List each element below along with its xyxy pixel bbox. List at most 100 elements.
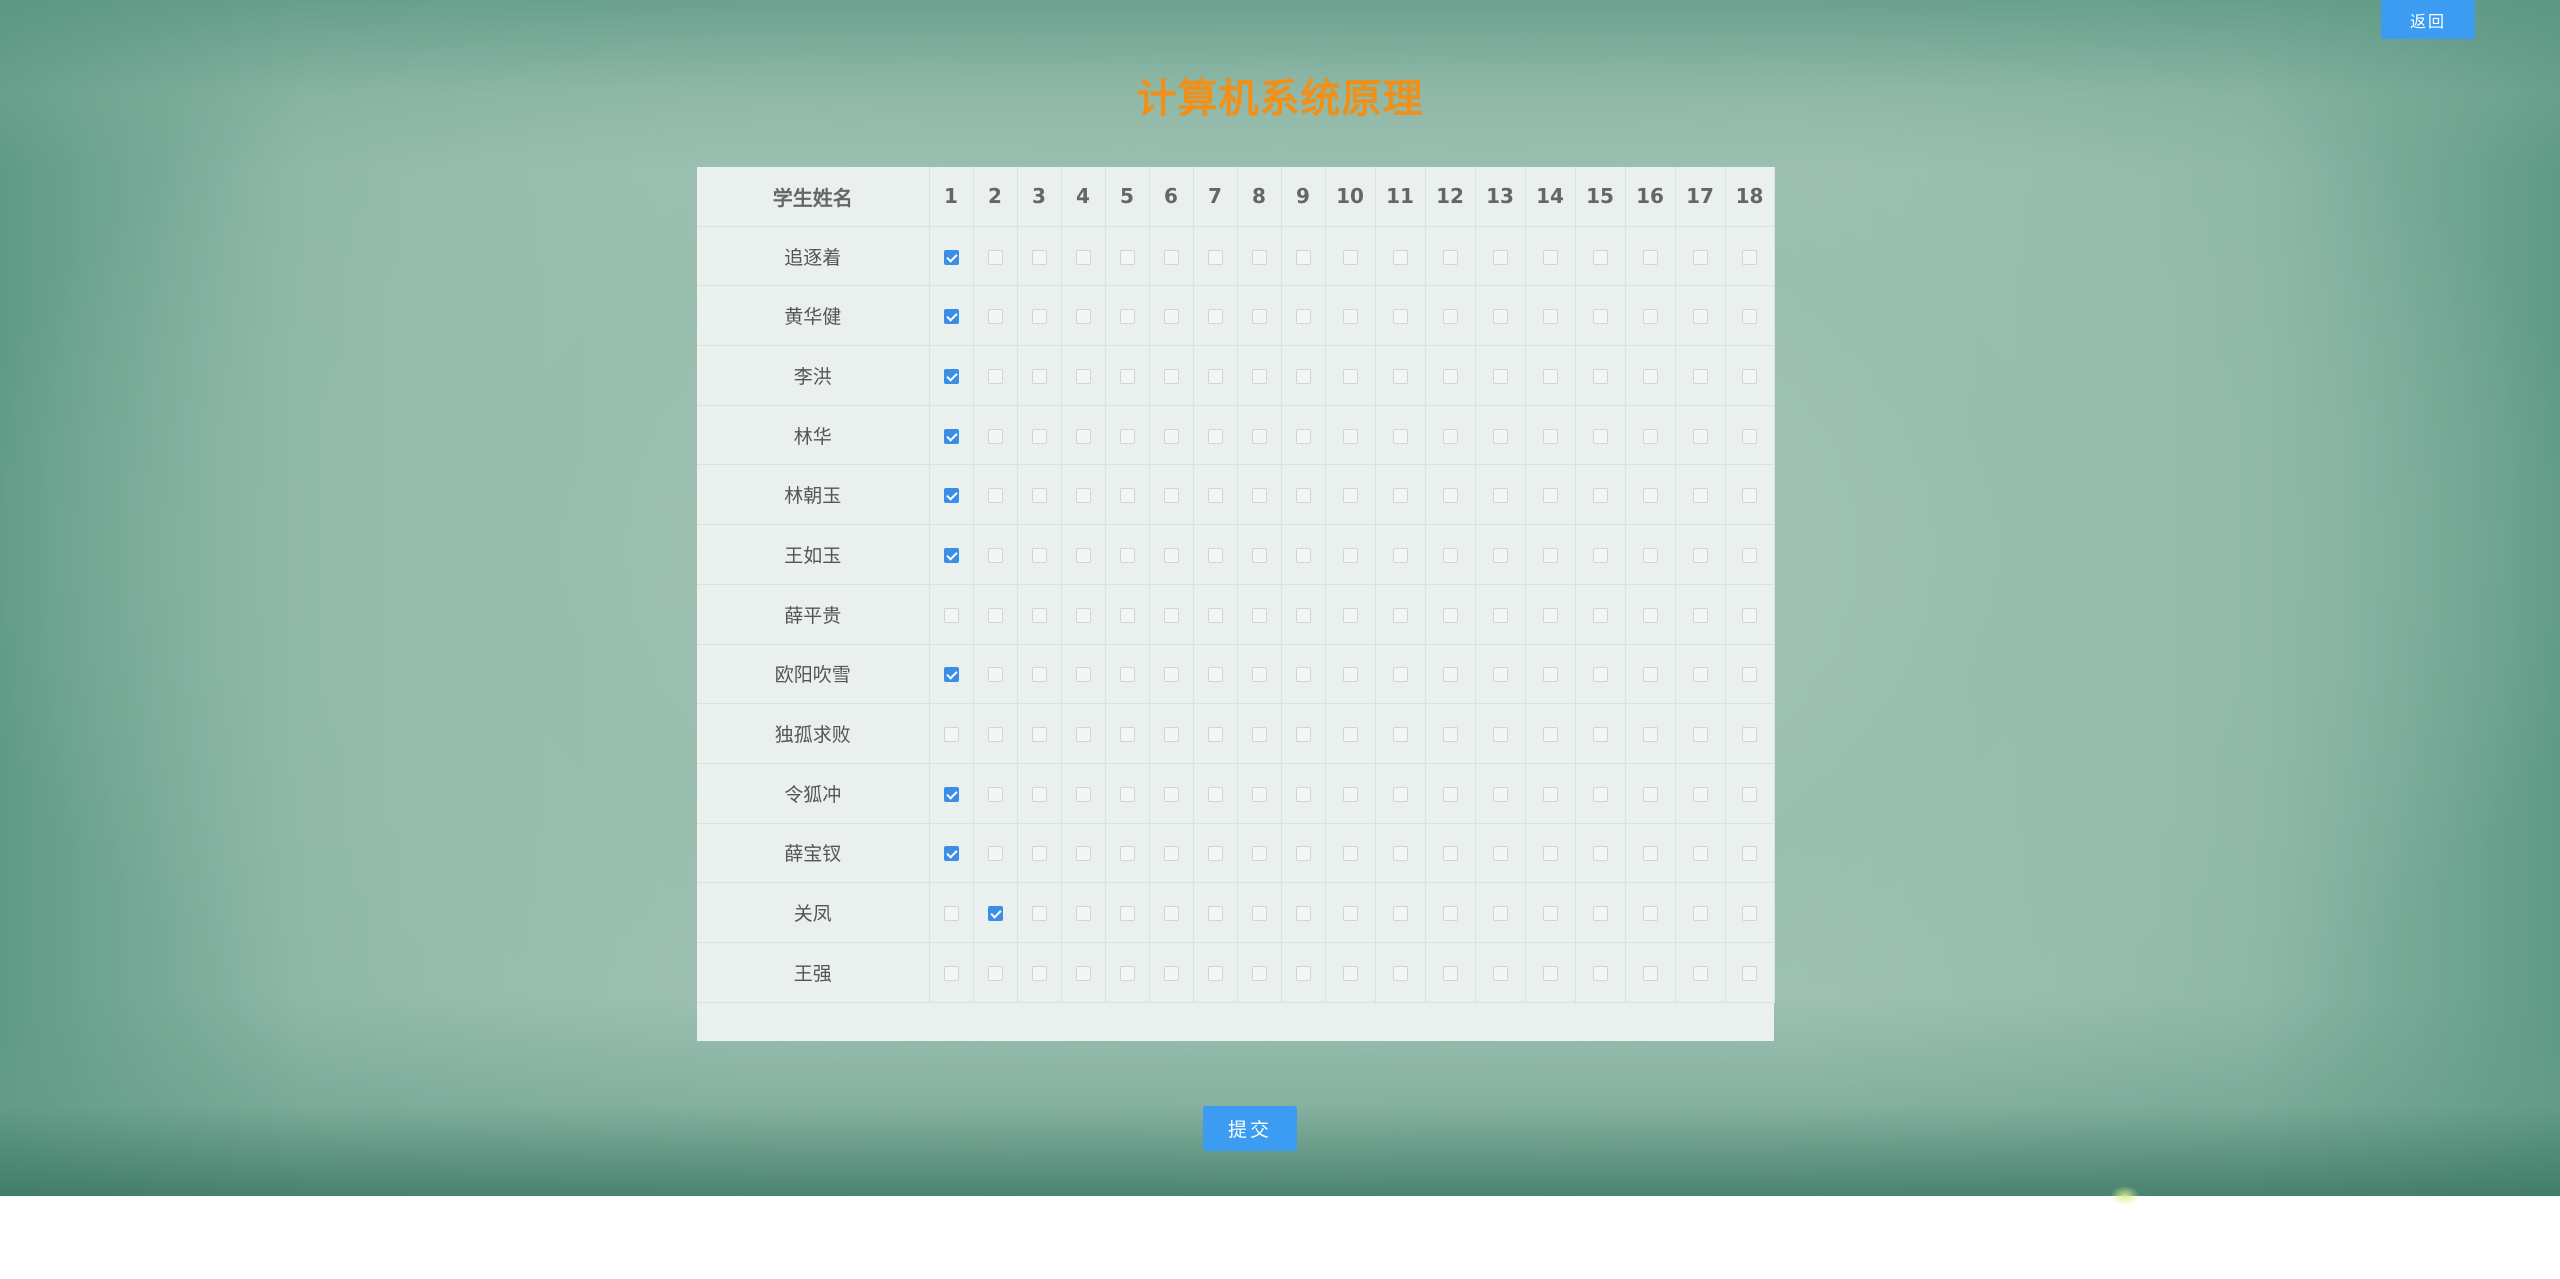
- attendance-checkbox[interactable]: [1592, 667, 1608, 683]
- attendance-checkbox[interactable]: [1295, 607, 1311, 623]
- attendance-checkbox[interactable]: [1295, 368, 1311, 384]
- attendance-checkbox[interactable]: [1392, 786, 1408, 802]
- attendance-checkbox[interactable]: [1592, 965, 1608, 981]
- attendance-checkbox[interactable]: [1592, 488, 1608, 504]
- attendance-checkbox[interactable]: [1163, 846, 1179, 862]
- attendance-checkbox[interactable]: [1295, 249, 1311, 265]
- attendance-checkbox[interactable]: [1542, 846, 1558, 862]
- attendance-checkbox[interactable]: [1119, 368, 1135, 384]
- attendance-checkbox[interactable]: [1492, 547, 1508, 563]
- attendance-checkbox[interactable]: [1492, 249, 1508, 265]
- attendance-checkbox[interactable]: [1542, 309, 1558, 325]
- attendance-checkbox[interactable]: [1295, 309, 1311, 325]
- attendance-checkbox[interactable]: [1163, 309, 1179, 325]
- attendance-checkbox[interactable]: [1442, 309, 1458, 325]
- attendance-checkbox[interactable]: [987, 309, 1003, 325]
- attendance-checkbox[interactable]: [1592, 846, 1608, 862]
- attendance-checkbox[interactable]: [943, 607, 959, 623]
- attendance-checkbox[interactable]: [1642, 965, 1658, 981]
- attendance-checkbox[interactable]: [1742, 368, 1757, 384]
- attendance-checkbox[interactable]: [1251, 727, 1267, 743]
- attendance-checkbox[interactable]: [1119, 488, 1135, 504]
- attendance-checkbox[interactable]: [943, 547, 959, 563]
- attendance-checkbox[interactable]: [1342, 547, 1358, 563]
- attendance-checkbox[interactable]: [1207, 965, 1223, 981]
- attendance-checkbox[interactable]: [1031, 786, 1047, 802]
- attendance-checkbox[interactable]: [1392, 368, 1408, 384]
- attendance-checkbox[interactable]: [1642, 428, 1658, 444]
- attendance-checkbox[interactable]: [1163, 547, 1179, 563]
- attendance-checkbox[interactable]: [1251, 249, 1267, 265]
- attendance-checkbox[interactable]: [1075, 607, 1091, 623]
- attendance-checkbox[interactable]: [1542, 786, 1558, 802]
- attendance-checkbox[interactable]: [1342, 488, 1358, 504]
- attendance-checkbox[interactable]: [1075, 906, 1091, 922]
- attendance-checkbox[interactable]: [1207, 428, 1223, 444]
- attendance-checkbox[interactable]: [1163, 249, 1179, 265]
- attendance-checkbox[interactable]: [943, 249, 959, 265]
- attendance-checkbox[interactable]: [1295, 965, 1311, 981]
- attendance-checkbox[interactable]: [1251, 428, 1267, 444]
- attendance-checkbox[interactable]: [1031, 368, 1047, 384]
- attendance-checkbox[interactable]: [1392, 547, 1408, 563]
- attendance-checkbox[interactable]: [1207, 547, 1223, 563]
- attendance-checkbox[interactable]: [1642, 488, 1658, 504]
- attendance-checkbox[interactable]: [1342, 727, 1358, 743]
- attendance-checkbox[interactable]: [1295, 906, 1311, 922]
- attendance-checkbox[interactable]: [1207, 368, 1223, 384]
- attendance-checkbox[interactable]: [1251, 309, 1267, 325]
- attendance-checkbox[interactable]: [1442, 488, 1458, 504]
- attendance-checkbox[interactable]: [1207, 309, 1223, 325]
- attendance-checkbox[interactable]: [1542, 428, 1558, 444]
- attendance-checkbox[interactable]: [943, 488, 959, 504]
- attendance-checkbox[interactable]: [1392, 727, 1408, 743]
- attendance-checkbox[interactable]: [1163, 428, 1179, 444]
- attendance-checkbox[interactable]: [1392, 428, 1408, 444]
- attendance-checkbox[interactable]: [1742, 786, 1757, 802]
- attendance-checkbox[interactable]: [943, 667, 959, 683]
- attendance-checkbox[interactable]: [1592, 428, 1608, 444]
- attendance-checkbox[interactable]: [1742, 309, 1757, 325]
- attendance-checkbox[interactable]: [1075, 727, 1091, 743]
- attendance-checkbox[interactable]: [943, 906, 959, 922]
- attendance-checkbox[interactable]: [1642, 249, 1658, 265]
- attendance-checkbox[interactable]: [1031, 309, 1047, 325]
- attendance-checkbox[interactable]: [1075, 368, 1091, 384]
- attendance-checkbox[interactable]: [1163, 786, 1179, 802]
- attendance-checkbox[interactable]: [1692, 846, 1708, 862]
- attendance-checkbox[interactable]: [1542, 906, 1558, 922]
- attendance-checkbox[interactable]: [1542, 727, 1558, 743]
- attendance-checkbox[interactable]: [1542, 488, 1558, 504]
- attendance-checkbox[interactable]: [1742, 906, 1757, 922]
- attendance-checkbox[interactable]: [1251, 965, 1267, 981]
- attendance-checkbox[interactable]: [1442, 547, 1458, 563]
- attendance-checkbox[interactable]: [1392, 906, 1408, 922]
- attendance-checkbox[interactable]: [1492, 667, 1508, 683]
- attendance-checkbox[interactable]: [1492, 428, 1508, 444]
- attendance-checkbox[interactable]: [987, 965, 1003, 981]
- attendance-checkbox[interactable]: [1692, 607, 1708, 623]
- attendance-checkbox[interactable]: [1342, 428, 1358, 444]
- attendance-checkbox[interactable]: [1692, 906, 1708, 922]
- attendance-checkbox[interactable]: [1031, 607, 1047, 623]
- attendance-checkbox[interactable]: [1075, 786, 1091, 802]
- attendance-checkbox[interactable]: [1342, 846, 1358, 862]
- attendance-checkbox[interactable]: [987, 906, 1003, 922]
- attendance-checkbox[interactable]: [943, 368, 959, 384]
- attendance-checkbox[interactable]: [1442, 786, 1458, 802]
- attendance-checkbox[interactable]: [1342, 667, 1358, 683]
- attendance-checkbox[interactable]: [987, 488, 1003, 504]
- attendance-checkbox[interactable]: [1295, 727, 1311, 743]
- attendance-checkbox[interactable]: [1542, 607, 1558, 623]
- attendance-checkbox[interactable]: [1075, 667, 1091, 683]
- attendance-checkbox[interactable]: [1492, 368, 1508, 384]
- attendance-checkbox[interactable]: [1207, 249, 1223, 265]
- attendance-checkbox[interactable]: [1492, 488, 1508, 504]
- attendance-checkbox[interactable]: [1342, 309, 1358, 325]
- attendance-checkbox[interactable]: [1692, 428, 1708, 444]
- attendance-checkbox[interactable]: [1031, 667, 1047, 683]
- attendance-checkbox[interactable]: [1031, 965, 1047, 981]
- attendance-checkbox[interactable]: [987, 428, 1003, 444]
- attendance-checkbox[interactable]: [987, 368, 1003, 384]
- attendance-checkbox[interactable]: [1295, 846, 1311, 862]
